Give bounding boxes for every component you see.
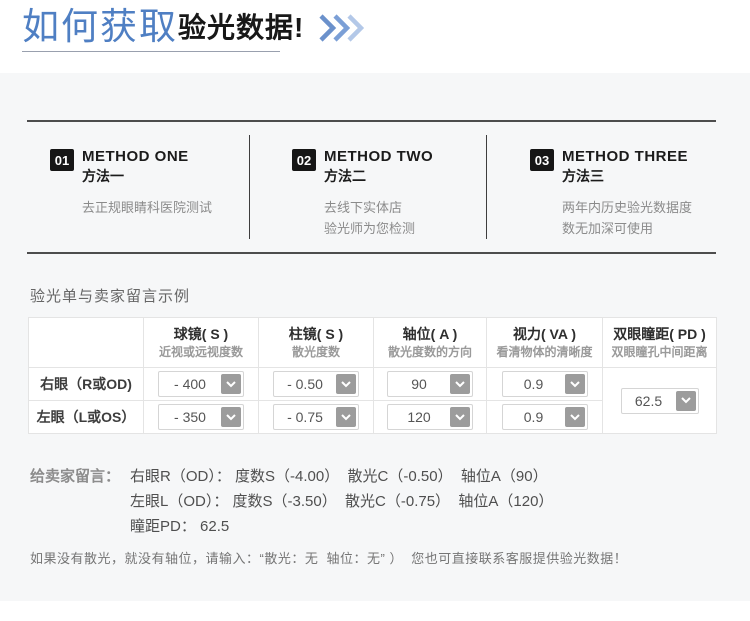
page-title-highlight: 如何获取: [22, 6, 178, 47]
chevron-down-icon: [221, 374, 241, 394]
footnote: 如果没有散光，就没有轴位，请输入：“散光：无 轴位：无” ） 您也可直接联系客服…: [30, 551, 628, 566]
optometry-guide-page: 如何获取 验光数据! 01 METHOD ONE 方法一 去正规眼睛科医院测试 …: [0, 0, 750, 621]
chevron-down-icon: [675, 390, 696, 411]
title-underline: [22, 51, 280, 52]
seller-message-example: 给卖家留言： 右眼R（OD）： 度数S（-4.00） 散光C（-0.50） 轴位…: [30, 464, 750, 539]
page-title: 如何获取 验光数据!: [22, 8, 750, 46]
method-two-title-en: METHOD TWO: [324, 148, 434, 165]
method-two-description: 去线下实体店 验光师为您检测: [324, 200, 416, 236]
page-title-rest: 验光数据!: [178, 12, 305, 43]
pd-select[interactable]: 62.5: [620, 387, 699, 414]
header-sphere: 球镜( S ) 近视或远视度数: [143, 317, 259, 368]
left-eye-label: 左眼（L或OS）: [28, 400, 144, 434]
chevron-down-icon: [564, 407, 585, 427]
vision-right-select[interactable]: 0.9: [501, 371, 588, 397]
axis-right-select[interactable]: 90: [387, 371, 473, 397]
chevron-down-icon: [450, 407, 470, 427]
cylinder-right-select[interactable]: - 0.50: [273, 371, 359, 397]
table-header-row: 球镜( S ) 近视或远视度数 柱镜( S ) 散光度数 轴位( A ) 散光度…: [28, 317, 717, 368]
method-three-description: 两年内历史验光数据度 数无加深可使用: [562, 200, 693, 236]
method-two-title-cn: 方法二: [324, 168, 366, 184]
pd-cell: 62.5: [602, 367, 717, 434]
method-one: 01 METHOD ONE 方法一 去正规眼睛科医院测试: [27, 122, 249, 252]
table-section-title: 验光单与卖家留言示例: [30, 288, 191, 305]
header-axis: 轴位( A ) 散光度数的方向: [373, 317, 487, 368]
seller-message-label: 给卖家留言：: [30, 468, 121, 485]
axis-left-select[interactable]: 120: [387, 404, 473, 430]
message-line-pd: 瞳距PD： 62.5: [130, 518, 230, 535]
message-line-right-eye: 右眼R（OD）： 度数S（-4.00） 散光C（-0.50） 轴位A（90）: [130, 468, 548, 485]
method-two-number-badge: 02: [292, 149, 316, 171]
prescription-table: 球镜( S ) 近视或远视度数 柱镜( S ) 散光度数 轴位( A ) 散光度…: [28, 317, 717, 434]
header-vision: 视力( VA ) 看清物体的清晰度: [486, 317, 603, 368]
method-one-description: 去正规眼睛科医院测试: [82, 200, 213, 215]
chevron-down-icon: [221, 407, 241, 427]
right-eye-label: 右眼（R或OD): [28, 367, 144, 401]
method-one-number-badge: 01: [50, 149, 74, 171]
method-two: 02 METHOD TWO 方法二 去线下实体店 验光师为您检测: [250, 122, 486, 252]
footer-spacer: [0, 601, 750, 621]
sphere-left-select[interactable]: - 350: [158, 404, 244, 430]
method-one-title-cn: 方法一: [82, 168, 124, 184]
right-eye-row: 右眼（R或OD) - 400 - 0.50 90 0.9 62.5: [28, 367, 717, 434]
method-three: 03 METHOD THREE 方法三 两年内历史验光数据度 数无加深可使用: [487, 122, 716, 252]
method-one-title-en: METHOD ONE: [82, 148, 189, 165]
header-pd: 双眼瞳距( PD ) 双眼瞳孔中间距离: [602, 317, 717, 368]
methods-box: 01 METHOD ONE 方法一 去正规眼睛科医院测试 02 METHOD T…: [27, 120, 716, 254]
message-line-left-eye: 左眼L（OD）： 度数S（-3.50） 散光C（-0.75） 轴位A（120）: [130, 493, 554, 510]
chevron-down-icon: [336, 407, 356, 427]
chevron-down-icon: [450, 374, 470, 394]
content-panel: 01 METHOD ONE 方法一 去正规眼睛科医院测试 02 METHOD T…: [0, 73, 750, 601]
header: 如何获取 验光数据!: [0, 0, 750, 73]
cylinder-left-select[interactable]: - 0.75: [273, 404, 359, 430]
header-cylinder: 柱镜( S ) 散光度数: [258, 317, 374, 368]
vision-left-select[interactable]: 0.9: [501, 404, 588, 430]
method-three-number-badge: 03: [530, 149, 554, 171]
method-three-title-cn: 方法三: [562, 168, 604, 184]
triple-chevron-right-icon: [319, 14, 365, 42]
chevron-down-icon: [564, 374, 585, 394]
sphere-right-select[interactable]: - 400: [158, 371, 244, 397]
chevron-down-icon: [336, 374, 356, 394]
method-three-title-en: METHOD THREE: [562, 148, 688, 165]
header-empty-cell: [28, 317, 144, 368]
